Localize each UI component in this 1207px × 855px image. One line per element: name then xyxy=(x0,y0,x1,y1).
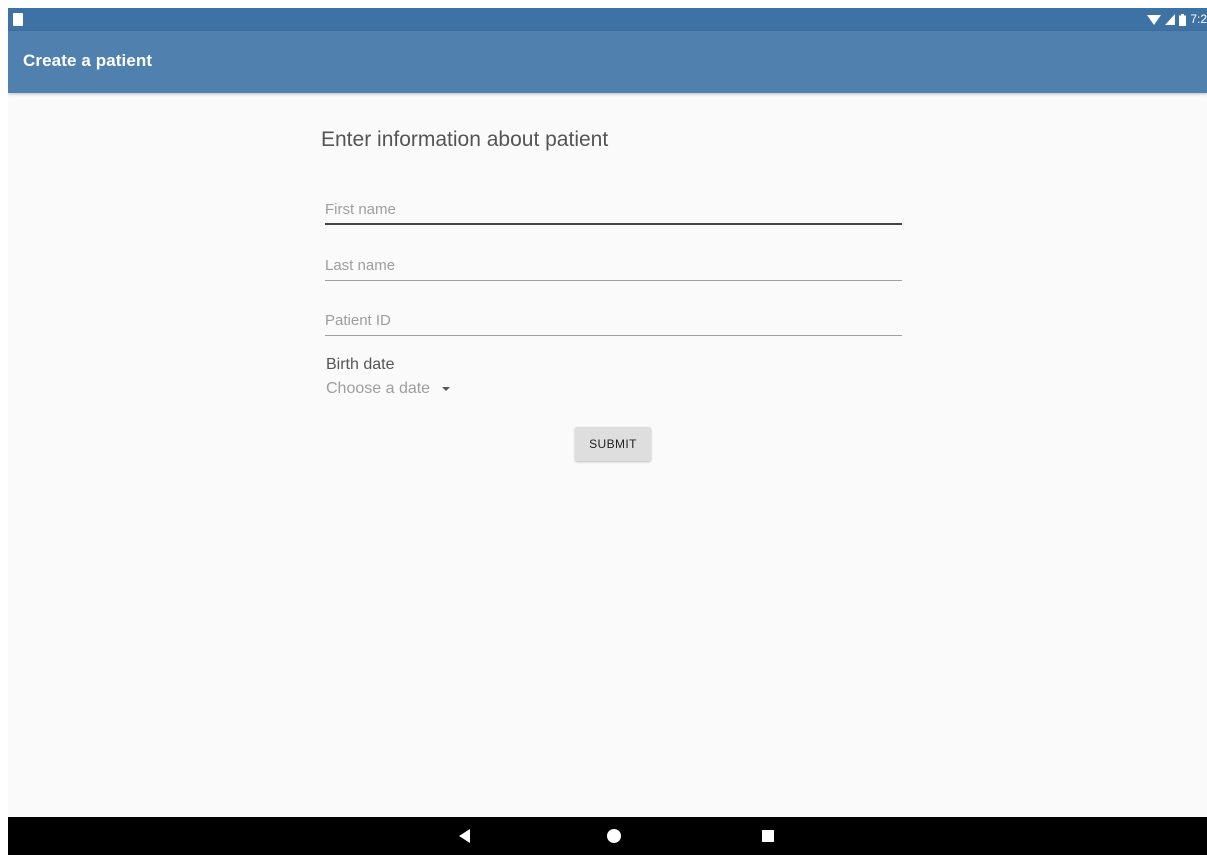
first-name-field[interactable]: First name xyxy=(325,195,902,225)
home-circle-icon xyxy=(607,829,621,843)
first-name-underline xyxy=(325,223,902,225)
birth-date-label: Birth date xyxy=(326,356,395,373)
back-triangle-icon xyxy=(458,829,470,843)
submit-button[interactable]: SUBMIT xyxy=(575,427,651,461)
navigation-bar xyxy=(8,817,1207,855)
status-time: 7:2 xyxy=(1190,12,1207,26)
device-screen: 7:2 Create a patient Enter information a… xyxy=(8,8,1207,855)
cell-signal-icon xyxy=(1165,14,1176,25)
form-heading: Enter information about patient xyxy=(321,128,609,151)
last-name-placeholder: Last name xyxy=(325,257,396,274)
patient-id-field[interactable]: Patient ID xyxy=(325,306,902,336)
sd-card-icon xyxy=(13,13,23,26)
status-icons: 7:2 xyxy=(1147,11,1207,28)
home-button[interactable] xyxy=(604,826,624,846)
back-button[interactable] xyxy=(454,826,474,846)
patient-id-placeholder: Patient ID xyxy=(325,312,391,329)
recents-button[interactable] xyxy=(758,826,778,846)
toolbar-title: Create a patient xyxy=(23,51,153,70)
recents-square-icon xyxy=(762,830,774,842)
battery-icon xyxy=(1179,13,1187,26)
last-name-field[interactable]: Last name xyxy=(325,251,902,281)
birth-date-value: Choose a date xyxy=(326,380,431,397)
birth-date-picker[interactable]: Choose a date xyxy=(326,378,451,400)
first-name-placeholder: First name xyxy=(325,201,396,218)
dropdown-arrow-icon xyxy=(442,387,451,391)
last-name-underline xyxy=(325,280,902,281)
status-bar: 7:2 xyxy=(8,8,1207,31)
wifi-icon xyxy=(1147,14,1162,25)
app-toolbar: Create a patient xyxy=(8,31,1207,93)
patient-id-underline xyxy=(325,335,902,336)
